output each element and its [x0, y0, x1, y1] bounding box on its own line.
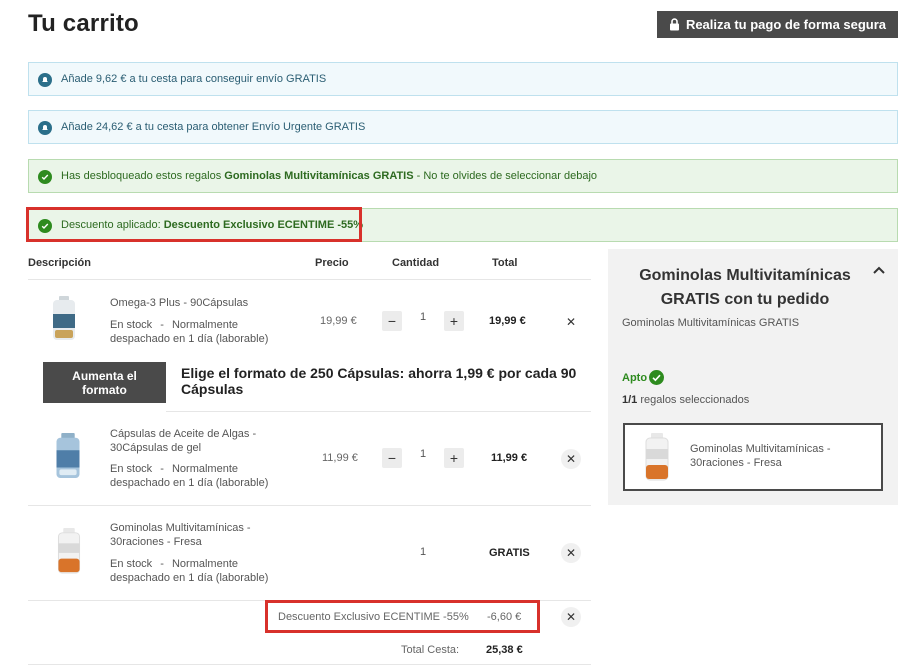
remove-discount-button[interactable]: ✕ — [561, 607, 581, 627]
product-name-line-2: 30Cápsulas de gel — [110, 442, 202, 454]
stock-label: En stock — [110, 463, 153, 475]
notice-prefix: Has desbloqueado estos regalos — [61, 170, 225, 182]
urgent-shipping-notice: Añade 24,62 € a tu cesta para obtener En… — [28, 110, 898, 144]
upgrade-text: Elige el formato de 250 Cápsulas: ahorra… — [181, 365, 581, 397]
line-total: 11,99 € — [491, 452, 528, 464]
stock-label: En stock — [110, 319, 153, 331]
gift-unlocked-notice: Has desbloqueado estos regalos Gominolas… — [28, 159, 898, 193]
remove-item-button[interactable]: ✕ — [561, 543, 581, 563]
close-icon: ✕ — [565, 546, 577, 560]
close-icon: ✕ — [565, 452, 577, 466]
check-circle-icon — [649, 370, 665, 385]
col-description-header: Descripción — [28, 257, 91, 269]
stock-dash: - — [160, 319, 164, 331]
upgrade-label-1: Aumenta el — [72, 368, 137, 383]
info-bell-icon — [38, 73, 52, 87]
delivery-line-2: despachado en 1 día (laborable) — [110, 333, 269, 345]
increase-quantity-button[interactable]: + — [444, 311, 464, 331]
delivery-line-1: Normalmente — [171, 558, 239, 570]
product-name[interactable]: Gominolas Multivitamínicas - 30raciones -… — [110, 521, 251, 549]
secure-pay-button[interactable]: Realiza tu pago de forma segura — [657, 11, 898, 38]
gift-image — [644, 433, 670, 486]
product-image[interactable] — [56, 528, 82, 579]
secure-pay-label: Realiza tu pago de forma segura — [685, 17, 887, 32]
upgrade-format-button[interactable]: Aumenta el formato — [43, 362, 166, 403]
chevron-up-icon[interactable] — [872, 264, 886, 278]
line-total: GRATIS — [489, 547, 530, 559]
increase-quantity-button[interactable]: + — [444, 448, 464, 468]
product-image[interactable] — [55, 433, 81, 484]
notice-suffix: - No te olvides de seleccionar debajo — [413, 170, 598, 182]
gift-count-number: 1/1 — [622, 394, 638, 406]
plus-icon: + — [449, 450, 459, 466]
free-shipping-notice: Añade 9,62 € a tu cesta para conseguir e… — [28, 62, 898, 96]
product-name-line-2: 30raciones - Fresa — [110, 536, 202, 548]
page-title: Tu carrito — [28, 10, 139, 37]
delivery-line-2: despachado en 1 día (laborable) — [110, 477, 269, 489]
col-total-header: Total — [492, 257, 518, 269]
close-icon: ✕ — [565, 315, 577, 329]
quantity-value: 1 — [419, 546, 427, 558]
eligibility-status: Apto — [622, 370, 665, 385]
basket-total-label: Total Cesta: — [401, 644, 460, 656]
stock-dash: - — [160, 558, 164, 570]
product-name-line-1: Cápsulas de Aceite de Algas - — [110, 428, 257, 440]
unit-price: 19,99 € — [320, 315, 357, 327]
minus-icon: − — [387, 313, 397, 329]
delivery-line-2: despachado en 1 día (laborable) — [110, 572, 269, 584]
check-circle-icon — [38, 170, 52, 184]
delivery-line-1: Normalmente — [171, 319, 239, 331]
stock-status: En stock - Normalmente — [110, 318, 238, 332]
stock-status: En stock - Normalmente — [110, 557, 238, 571]
product-image[interactable] — [51, 296, 77, 347]
info-bell-icon — [38, 121, 52, 135]
upgrade-label-2: formato — [82, 382, 127, 397]
lock-icon — [669, 18, 679, 31]
decrease-quantity-button[interactable]: − — [382, 448, 402, 468]
gift-name: Gominolas Multivitamínicas - 30raciones … — [690, 443, 831, 469]
divider — [28, 279, 591, 280]
remove-item-button[interactable]: ✕ — [561, 312, 581, 332]
stock-label: En stock — [110, 558, 153, 570]
basket-total-value: 25,38 € — [486, 644, 523, 656]
notice-text: Añade 24,62 € a tu cesta para obtener En… — [61, 121, 366, 133]
quantity-value[interactable]: 1 — [413, 311, 433, 323]
minus-icon: − — [387, 450, 397, 466]
plus-icon: + — [449, 313, 459, 329]
gift-count-text: regalos seleccionados — [637, 394, 750, 406]
decrease-quantity-button[interactable]: − — [382, 311, 402, 331]
unit-price: 11,99 € — [322, 452, 358, 464]
stock-dash: - — [160, 463, 164, 475]
col-price-header: Precio — [315, 257, 349, 269]
delivery-line-1: Normalmente — [171, 463, 239, 475]
remove-item-button[interactable]: ✕ — [561, 449, 581, 469]
quantity-value[interactable]: 1 — [413, 448, 433, 460]
upgrade-text-pre: Elige el formato de — [181, 365, 311, 381]
gift-count: 1/1 regalos seleccionados — [622, 394, 749, 406]
eligibility-label: Apto — [622, 371, 648, 384]
product-name-line-1: Gominolas Multivitamínicas - — [110, 522, 251, 534]
notice-text: Has desbloqueado estos regalos Gominolas… — [61, 170, 597, 182]
gift-sidebar-title: Gominolas Multivitamínicas GRATIS con tu… — [639, 267, 851, 308]
notice-bold: Gominolas Multivitamínicas GRATIS — [224, 170, 414, 182]
stock-status: En stock - Normalmente — [110, 462, 238, 476]
divider — [28, 505, 591, 506]
product-name[interactable]: Cápsulas de Aceite de Algas - 30Cápsulas … — [110, 427, 256, 455]
gift-sidebar-subtitle: Gominolas Multivitamínicas GRATIS — [622, 317, 800, 329]
highlight-box — [26, 207, 362, 242]
line-total: 19,99 € — [489, 315, 526, 327]
divider — [166, 411, 591, 412]
close-icon: ✕ — [565, 610, 577, 624]
notice-text: Añade 9,62 € a tu cesta para conseguir e… — [61, 73, 327, 85]
divider — [28, 664, 591, 665]
col-quantity-header: Cantidad — [392, 257, 440, 269]
highlight-box — [265, 600, 540, 633]
product-name[interactable]: Omega-3 Plus - 90Cápsulas — [110, 296, 248, 310]
